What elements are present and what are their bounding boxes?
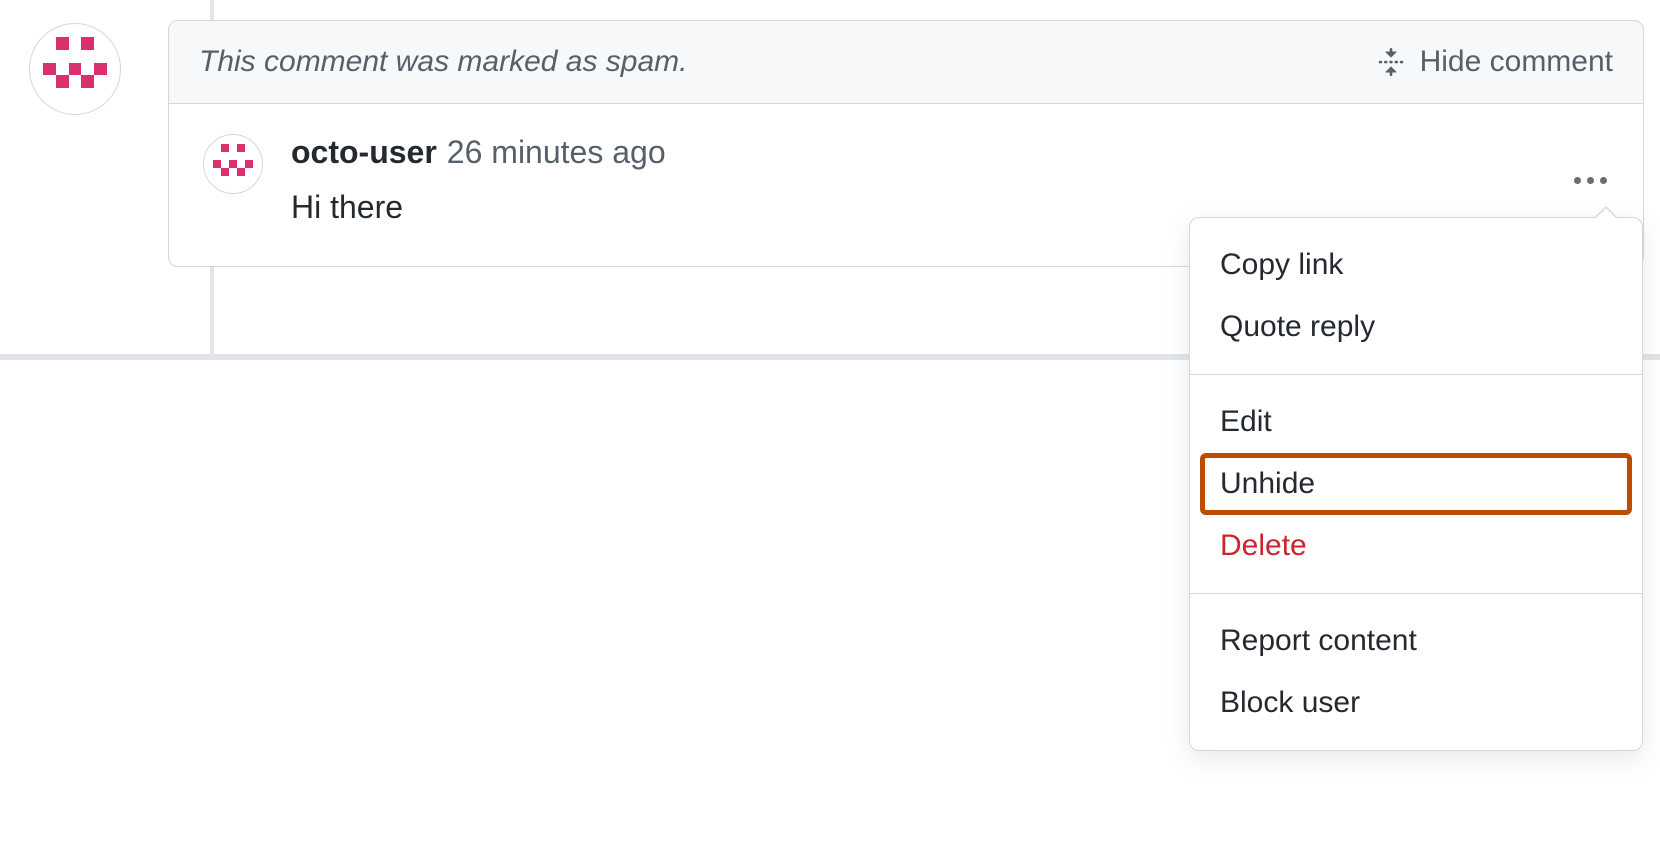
kebab-menu-button[interactable] — [1568, 171, 1613, 190]
menu-quote-reply[interactable]: Quote reply — [1190, 296, 1642, 358]
menu-block-user[interactable]: Block user — [1190, 672, 1642, 734]
menu-report-content[interactable]: Report content — [1190, 610, 1642, 672]
fold-icon — [1374, 45, 1408, 79]
username-link[interactable]: octo-user — [291, 134, 437, 171]
comment-content: octo-user 26 minutes ago Hi there — [291, 134, 1609, 226]
comment-meta: octo-user 26 minutes ago — [291, 134, 1609, 171]
comment-avatar[interactable] — [203, 134, 263, 194]
comment-actions-dropdown: Copy link Quote reply Edit Unhide Delete… — [1189, 217, 1643, 751]
avatar[interactable] — [29, 23, 121, 115]
comment-container: This comment was marked as spam. Hide co… — [168, 20, 1644, 267]
timestamp[interactable]: 26 minutes ago — [447, 134, 666, 171]
kebab-icon — [1574, 177, 1607, 184]
identicon-icon — [43, 37, 107, 101]
menu-copy-link[interactable]: Copy link — [1190, 234, 1642, 296]
menu-delete[interactable]: Delete — [1190, 515, 1642, 577]
spam-banner: This comment was marked as spam. Hide co… — [169, 21, 1643, 104]
menu-unhide[interactable]: Unhide — [1200, 453, 1632, 515]
spam-banner-text: This comment was marked as spam. — [199, 45, 687, 79]
hide-comment-label: Hide comment — [1420, 45, 1613, 79]
hide-comment-button[interactable]: Hide comment — [1374, 45, 1613, 79]
identicon-icon — [213, 144, 253, 184]
menu-edit[interactable]: Edit — [1190, 391, 1642, 453]
